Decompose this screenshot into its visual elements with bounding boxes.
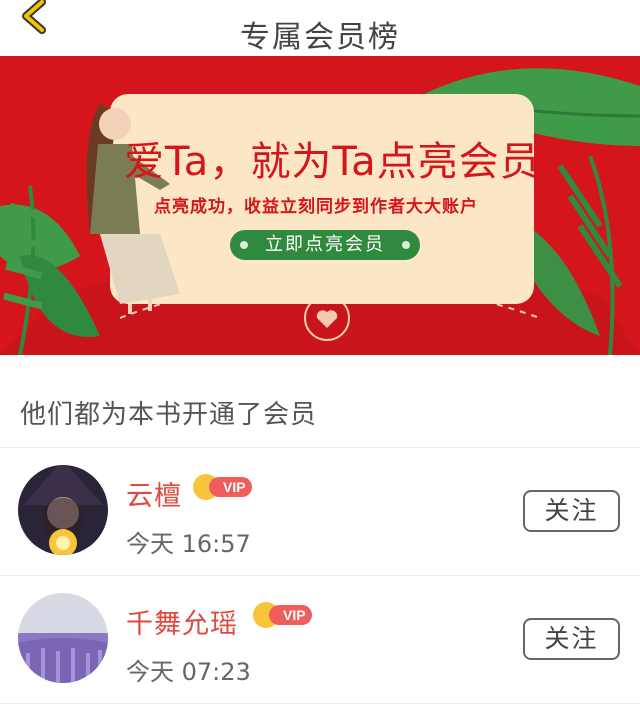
follow-button[interactable]: 关注 (523, 490, 620, 532)
member-row[interactable]: 千舞允瑶 VIP 今天 07:23 关注 (0, 576, 640, 704)
banner-headline: 爱Ta，就为Ta点亮会员 (124, 139, 541, 185)
member-row[interactable]: 云檀 VIP 今天 16:57 关注 (0, 448, 640, 576)
follow-button[interactable]: 关注 (523, 618, 620, 660)
membership-banner[interactable]: 爱Ta，就为Ta点亮会员 点亮成功，收益立刻同步到作者大大账户 立即点亮会员 (0, 56, 640, 355)
witch-avatar-icon (18, 465, 108, 555)
app-header: 专属会员榜 (0, 0, 640, 56)
member-time: 今天 16:57 (126, 530, 251, 558)
light-up-membership-button[interactable]: 立即点亮会员 (230, 230, 420, 260)
banner-subtitle: 点亮成功，收益立刻同步到作者大大账户 (154, 197, 478, 217)
member-name[interactable]: 云檀 (126, 474, 182, 513)
lavender-field-avatar-icon (18, 593, 108, 683)
member-time: 今天 07:23 (126, 658, 251, 686)
section-title: 他们都为本书开通了会员 (20, 400, 318, 430)
member-name[interactable]: 千舞允瑶 (126, 602, 238, 641)
vip-label: VIP (269, 605, 312, 625)
avatar[interactable] (18, 593, 108, 683)
section-header: 他们都为本书开通了会员 (0, 378, 640, 448)
vip-label: VIP (209, 477, 252, 497)
page-title: 专属会员榜 (240, 20, 400, 55)
avatar[interactable] (18, 465, 108, 555)
